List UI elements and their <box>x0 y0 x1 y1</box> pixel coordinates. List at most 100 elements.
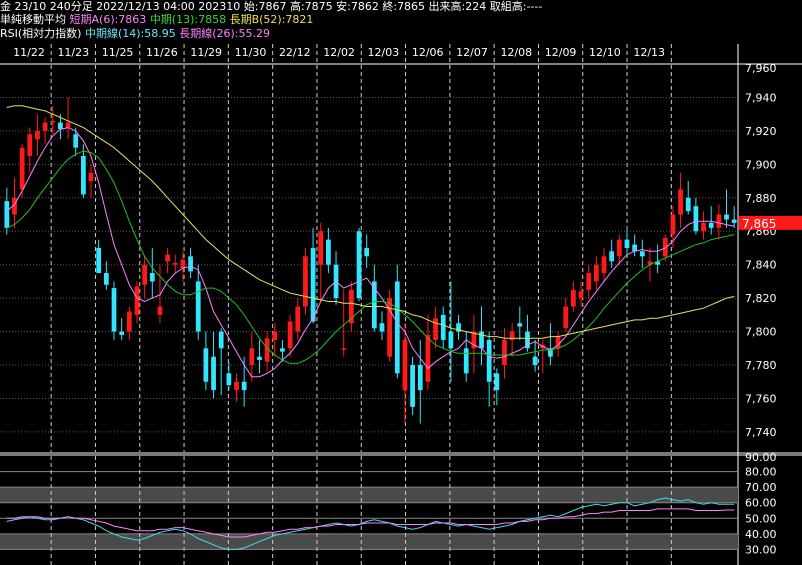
price-axis-label: 7,740 <box>745 426 777 439</box>
date-label: 12/13 <box>633 46 665 59</box>
candle-down[interactable] <box>280 348 285 352</box>
candle-down[interactable] <box>685 197 691 212</box>
candle-up[interactable] <box>42 122 48 131</box>
price-axis-label: 7,840 <box>745 259 777 272</box>
candle-up[interactable] <box>19 147 25 190</box>
candle-up[interactable] <box>586 273 592 290</box>
candle-up[interactable] <box>678 189 683 215</box>
candle-down[interactable] <box>639 251 645 257</box>
candle-down[interactable] <box>4 201 10 228</box>
candle-up[interactable] <box>670 214 676 235</box>
date-label: 11/30 <box>235 46 267 59</box>
candle-up[interactable] <box>165 254 170 262</box>
candle-up[interactable] <box>593 264 599 282</box>
candle-up[interactable] <box>180 259 186 269</box>
date-label: 12/06 <box>412 46 444 59</box>
candle-up[interactable] <box>318 231 324 265</box>
candle-down[interactable] <box>310 247 316 322</box>
candle-down[interactable] <box>58 122 63 130</box>
candle-up[interactable] <box>272 331 278 340</box>
candle-up[interactable] <box>234 381 239 391</box>
candle-down[interactable] <box>356 231 362 299</box>
rsi-axis-label: 80.00 <box>745 466 777 479</box>
candle-down[interactable] <box>724 214 729 220</box>
candle-up[interactable] <box>578 291 584 299</box>
candle-up[interactable] <box>172 263 178 265</box>
candle-down[interactable] <box>693 206 699 232</box>
price-axis-label: 7,820 <box>745 292 777 305</box>
candle-up[interactable] <box>50 120 56 123</box>
candle-up[interactable] <box>303 256 308 307</box>
price-chart[interactable]: 11/22 11/23 11/25 11/26 11/29 11/30 22/12 12/02… <box>0 0 802 565</box>
candle-up[interactable] <box>35 130 40 140</box>
candle-up[interactable] <box>402 339 408 391</box>
candle-up[interactable] <box>126 311 132 332</box>
candle-up[interactable] <box>142 264 148 285</box>
date-label: 11/25 <box>102 46 134 59</box>
candle-up[interactable] <box>563 306 569 329</box>
candle-up[interactable] <box>601 256 607 274</box>
candle-up[interactable] <box>134 286 140 315</box>
candle-up[interactable] <box>27 134 33 156</box>
candle-down[interactable] <box>463 348 469 374</box>
candle-down[interactable] <box>708 222 714 228</box>
candle-down[interactable] <box>448 331 454 349</box>
candle-up[interactable] <box>249 348 255 366</box>
candle-down[interactable] <box>218 331 224 349</box>
candle-up[interactable] <box>701 222 706 232</box>
pane-separator <box>0 452 802 456</box>
candle-down[interactable] <box>326 239 331 265</box>
candle-down[interactable] <box>73 134 79 148</box>
candle-down[interactable] <box>211 356 216 391</box>
candle-down[interactable] <box>195 281 201 332</box>
candle-down[interactable] <box>517 323 523 327</box>
candle-down[interactable] <box>111 288 117 332</box>
candle-up[interactable] <box>341 348 347 350</box>
candle-down[interactable] <box>379 323 385 332</box>
candle-up[interactable] <box>716 214 722 228</box>
rsi-axis-top-label: 90.00 <box>745 451 777 464</box>
candle-down[interactable] <box>203 348 209 382</box>
candle-up[interactable] <box>425 334 431 382</box>
candle-down[interactable] <box>257 356 262 361</box>
candle-down[interactable] <box>731 219 737 223</box>
candle-up[interactable] <box>502 339 507 366</box>
candle-down[interactable] <box>410 365 415 407</box>
candle-down[interactable] <box>624 239 630 248</box>
rsi-axis-label: 30.00 <box>745 543 777 556</box>
candle-down[interactable] <box>226 373 232 386</box>
candle-down[interactable] <box>119 331 125 335</box>
candle-down[interactable] <box>486 339 492 382</box>
candle-down[interactable] <box>103 273 109 285</box>
candle-up[interactable] <box>433 318 438 340</box>
candle-down[interactable] <box>632 244 638 252</box>
price-axis-label: 7,900 <box>745 158 777 171</box>
candle-down[interactable] <box>532 356 538 366</box>
last-price-label: 7,865 <box>742 217 776 231</box>
price-axis-label: 7,940 <box>745 91 777 104</box>
candle-up[interactable] <box>88 172 94 182</box>
candle-up[interactable] <box>616 239 622 257</box>
candle-up[interactable] <box>571 289 576 307</box>
candle-up[interactable] <box>295 306 301 332</box>
candle-down[interactable] <box>609 251 615 262</box>
candle-down[interactable] <box>494 373 500 391</box>
candle-up[interactable] <box>287 321 293 349</box>
candle-down[interactable] <box>440 314 446 340</box>
rsi-long-line <box>6 508 735 538</box>
date-label: 11/23 <box>57 46 89 59</box>
candle-down[interactable] <box>149 273 155 282</box>
candle-down[interactable] <box>96 247 102 274</box>
date-label: 12/08 <box>500 46 532 59</box>
candle-down[interactable] <box>81 155 86 195</box>
candle-up[interactable] <box>157 306 163 315</box>
candle-down[interactable] <box>417 365 423 391</box>
candle-down[interactable] <box>188 256 193 272</box>
rsi-axis-label: 40.00 <box>745 528 777 541</box>
date-label: 12/03 <box>368 46 400 59</box>
candle-down[interactable] <box>364 247 370 257</box>
rsi-axis-label: 70.00 <box>745 481 777 494</box>
candle-up[interactable] <box>65 122 71 128</box>
candle-down[interactable] <box>241 381 247 391</box>
candle-down[interactable] <box>394 281 400 374</box>
